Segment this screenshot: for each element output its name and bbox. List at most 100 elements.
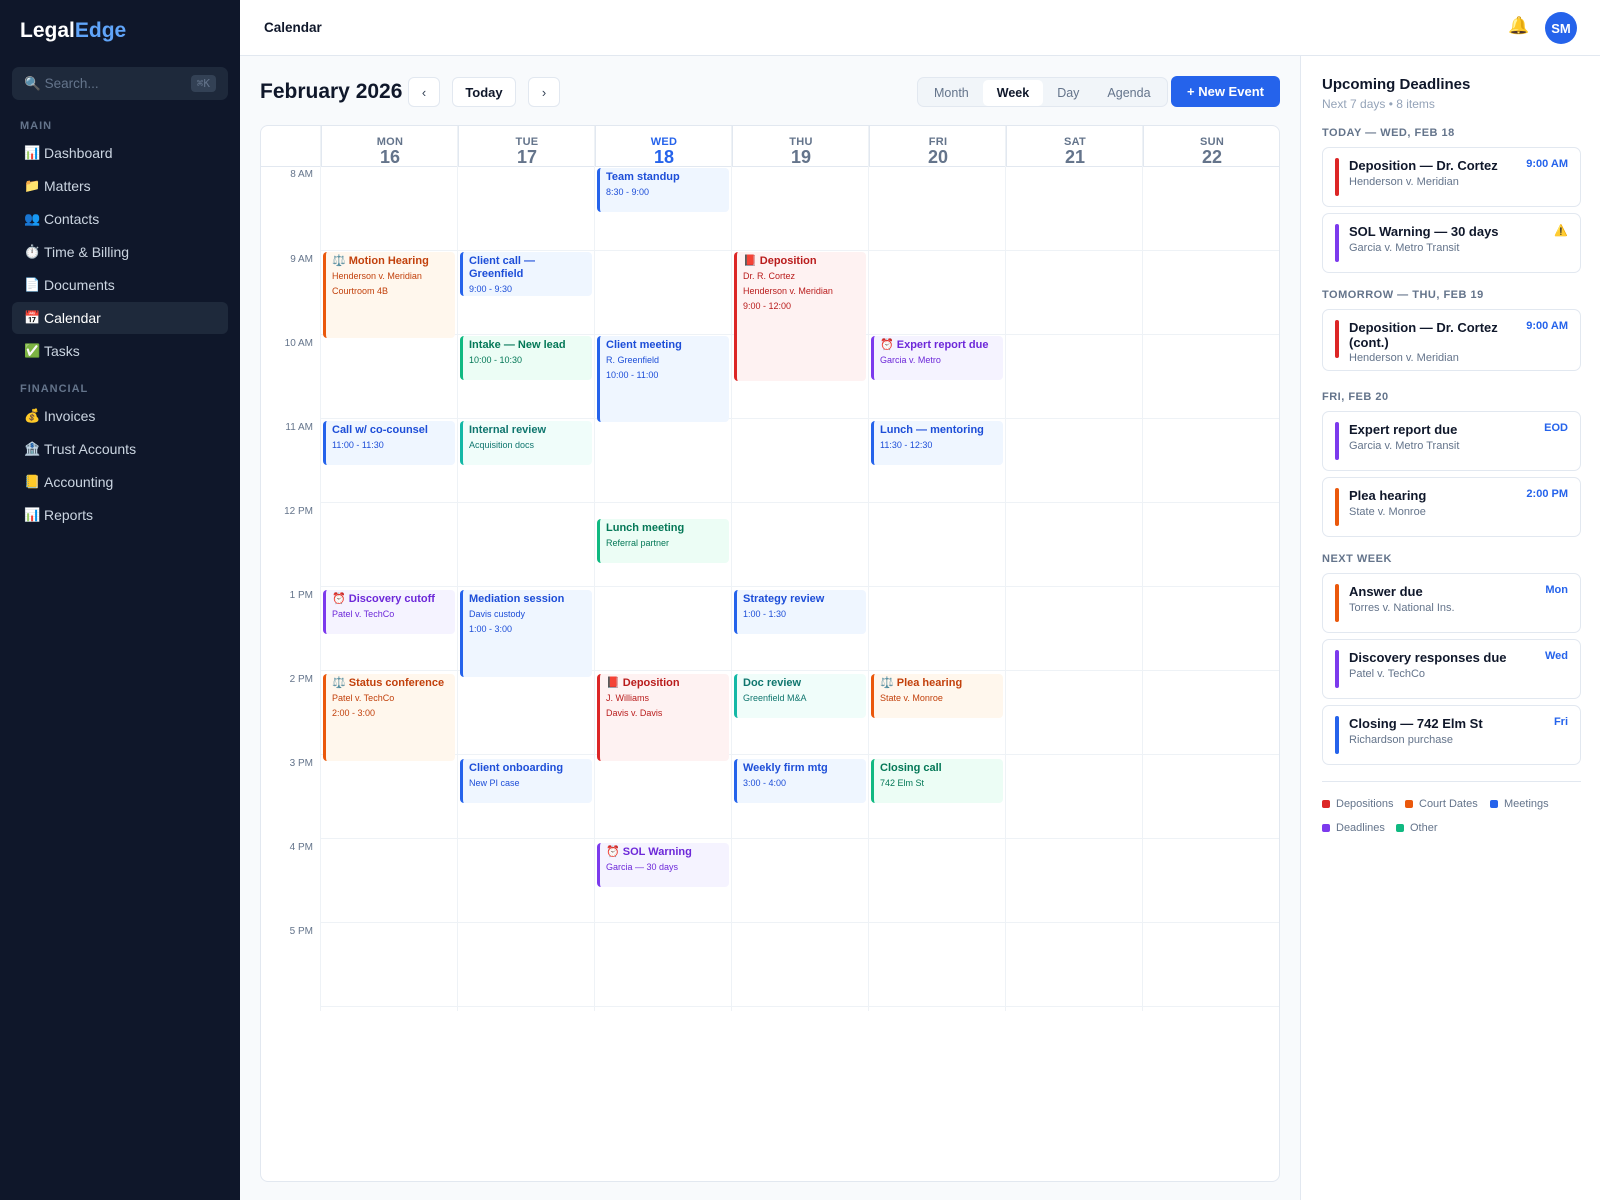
day-date: 19	[790, 147, 812, 167]
event-card[interactable]: ⚖️ Plea hearing State v. Monroe	[871, 674, 1003, 718]
event-card[interactable]: Client meeting R. Greenfield 10:00 - 11:00	[597, 336, 729, 422]
event-card[interactable]: 📕 Deposition J. Williams Davis v. Davis	[597, 674, 729, 761]
event-detail: Patel v. TechCo	[332, 693, 395, 703]
event-card[interactable]: Doc review Greenfield M&A	[734, 674, 866, 718]
deadline-time: Mon	[1545, 584, 1568, 596]
event-card[interactable]: Client call — Greenfield 9:00 - 9:30	[460, 252, 592, 296]
day-header-sun[interactable]: SUN 22	[1143, 126, 1279, 167]
view-month-button[interactable]: Month	[920, 80, 983, 106]
view-agenda-button[interactable]: Agenda	[1093, 80, 1164, 106]
view-day-button[interactable]: Day	[1043, 80, 1093, 106]
event-title: ⏰ SOL Warning	[606, 846, 692, 858]
event-detail: 8:30 - 9:00	[606, 187, 650, 197]
deadline-card[interactable]: Expert report due Garcia v. Metro Transi…	[1322, 411, 1581, 471]
event-card[interactable]: Client onboarding New PI case	[460, 759, 592, 803]
deadline-card[interactable]: Deposition — Dr. Cortez Henderson v. Mer…	[1322, 147, 1581, 207]
event-title: Client meeting	[606, 339, 682, 351]
day-header-fri[interactable]: FRI 20	[869, 126, 1006, 166]
day-header-sat[interactable]: SAT 21	[1006, 126, 1143, 166]
checkmark-icon: ✅	[24, 343, 41, 358]
deadline-title: Closing — 742 Elm St	[1349, 716, 1483, 731]
view-switcher: Month Week Day Agenda	[917, 77, 1168, 107]
day-header-thu[interactable]: THU 19	[732, 126, 869, 166]
prev-week-button[interactable]: ‹	[408, 77, 440, 107]
event-title: ⏰ Discovery cutoff	[332, 593, 435, 605]
event-card[interactable]: Team standup 8:30 - 9:00	[597, 168, 729, 212]
divider	[1322, 781, 1581, 782]
event-card[interactable]: Mediation session Davis custody 1:00 - 3:0…	[460, 590, 592, 677]
event-card[interactable]: Call w/ co-counsel 11:00 - 11:30	[323, 421, 455, 465]
sidebar-item-documents[interactable]: 📄 Documents	[12, 269, 228, 301]
day-header-tue[interactable]: TUE 17	[458, 126, 595, 166]
today-button[interactable]: Today	[452, 77, 516, 107]
page-title: Calendar	[264, 20, 322, 35]
deadline-card[interactable]: Deposition — Dr. Cortez (cont.) Henderso…	[1322, 309, 1581, 371]
new-event-button[interactable]: + New Event	[1171, 76, 1280, 107]
deadline-card[interactable]: Plea hearing State v. Monroe 2:00 PM	[1322, 477, 1581, 537]
deadline-card[interactable]: Closing — 742 Elm St Richardson purchase…	[1322, 705, 1581, 765]
event-card[interactable]: Lunch — mentoring 11:30 - 12:30	[871, 421, 1003, 465]
search-input[interactable]: 🔍 Search... ⌘K	[12, 67, 228, 100]
sidebar-item-time-billing[interactable]: ⏱️ Time & Billing	[12, 236, 228, 268]
event-card[interactable]: Internal review Acquisition docs	[460, 421, 592, 465]
avatar[interactable]: SM	[1545, 12, 1577, 44]
category-bar	[1335, 158, 1339, 196]
sidebar-item-calendar[interactable]: 📅 Calendar	[12, 302, 228, 334]
event-detail: New PI case	[469, 778, 520, 788]
sidebar: LegalEdge 🔍 Search... ⌘K MAIN 📊 Dashboard…	[0, 0, 240, 1200]
event-card[interactable]: Weekly firm mtg 3:00 - 4:00	[734, 759, 866, 803]
event-detail: Davis v. Davis	[606, 708, 663, 718]
deadline-card[interactable]: Answer due Torres v. National Ins. Mon	[1322, 573, 1581, 633]
event-card[interactable]: ⚖️ Motion Hearing Henderson v. Meridian Co…	[323, 252, 455, 338]
grid-line	[731, 126, 732, 1011]
event-card[interactable]: 📕 Deposition Dr. R. Cortez Henderson v. Me…	[734, 252, 866, 381]
day-date: 22	[1201, 147, 1223, 167]
app-logo[interactable]: LegalEdge	[20, 19, 126, 43]
event-detail: 10:00 - 11:00	[606, 370, 659, 380]
sidebar-item-label: Invoices	[44, 408, 96, 424]
event-detail: 9:00 - 9:30	[469, 284, 513, 294]
bell-icon[interactable]: 🔔	[1508, 16, 1529, 36]
event-detail: 11:00 - 11:30	[332, 440, 384, 450]
event-card[interactable]: Closing call 742 Elm St	[871, 759, 1003, 803]
sidebar-item-tasks[interactable]: ✅ Tasks	[12, 335, 228, 367]
sidebar-item-contacts[interactable]: 👥 Contacts	[12, 203, 228, 235]
sidebar-item-label: Time & Billing	[44, 244, 130, 260]
deadline-time: 9:00 AM	[1526, 320, 1568, 332]
panel-title: Upcoming Deadlines	[1322, 76, 1471, 93]
event-title: ⏰ Expert report due	[880, 339, 989, 351]
sidebar-item-reports[interactable]: 📊 Reports	[12, 499, 228, 531]
group-label: FRI, FEB 20	[1322, 391, 1389, 403]
event-card[interactable]: ⚖️ Status conference Patel v. TechCo 2:00 …	[323, 674, 455, 761]
deadline-card[interactable]: Discovery responses due Patel v. TechCo …	[1322, 639, 1581, 699]
sidebar-item-accounting[interactable]: 📒 Accounting	[12, 466, 228, 498]
deadline-matter: Henderson v. Meridian	[1349, 176, 1459, 188]
legend-item-depositions: Depositions	[1322, 798, 1393, 810]
event-card[interactable]: Strategy review 1:00 - 1:30	[734, 590, 866, 634]
search-shortcut: ⌘K	[190, 75, 216, 92]
day-header-mon[interactable]: MON 16	[321, 126, 458, 166]
event-card[interactable]: ⏰ Expert report due Garcia v. Metro	[871, 336, 1003, 380]
sidebar-item-invoices[interactable]: 💰 Invoices	[12, 400, 228, 432]
sidebar-item-dashboard[interactable]: 📊 Dashboard	[12, 137, 228, 169]
event-card[interactable]: Intake — New lead 10:00 - 10:30	[460, 336, 592, 380]
next-week-button[interactable]: ›	[528, 77, 560, 107]
deadline-title: SOL Warning — 30 days	[1349, 224, 1499, 239]
event-card[interactable]: ⏰ SOL Warning Garcia — 30 days	[597, 843, 729, 887]
sidebar-item-matters[interactable]: 📁 Matters	[12, 170, 228, 202]
event-card[interactable]: Lunch meeting Referral partner	[597, 519, 729, 563]
event-title: Lunch meeting	[606, 522, 685, 534]
calendar-main: February 2026 ‹ Today › Month Week Day A…	[240, 56, 1300, 1200]
sidebar-item-label: Accounting	[44, 474, 114, 490]
legend-swatch	[1396, 824, 1404, 832]
legend-item-meetings: Meetings	[1490, 798, 1549, 810]
time-label: 4 PM	[289, 842, 313, 853]
category-bar	[1335, 224, 1339, 262]
deadline-card[interactable]: SOL Warning — 30 days Garcia v. Metro Tr…	[1322, 213, 1581, 273]
time-label: 3 PM	[289, 758, 313, 769]
event-card[interactable]: ⏰ Discovery cutoff Patel v. TechCo	[323, 590, 455, 634]
sidebar-item-trust-accounts[interactable]: 🏦 Trust Accounts	[12, 433, 228, 465]
event-title: Team standup	[606, 171, 680, 183]
view-week-button[interactable]: Week	[982, 80, 1044, 106]
day-header-wed[interactable]: WED 18	[595, 126, 732, 166]
